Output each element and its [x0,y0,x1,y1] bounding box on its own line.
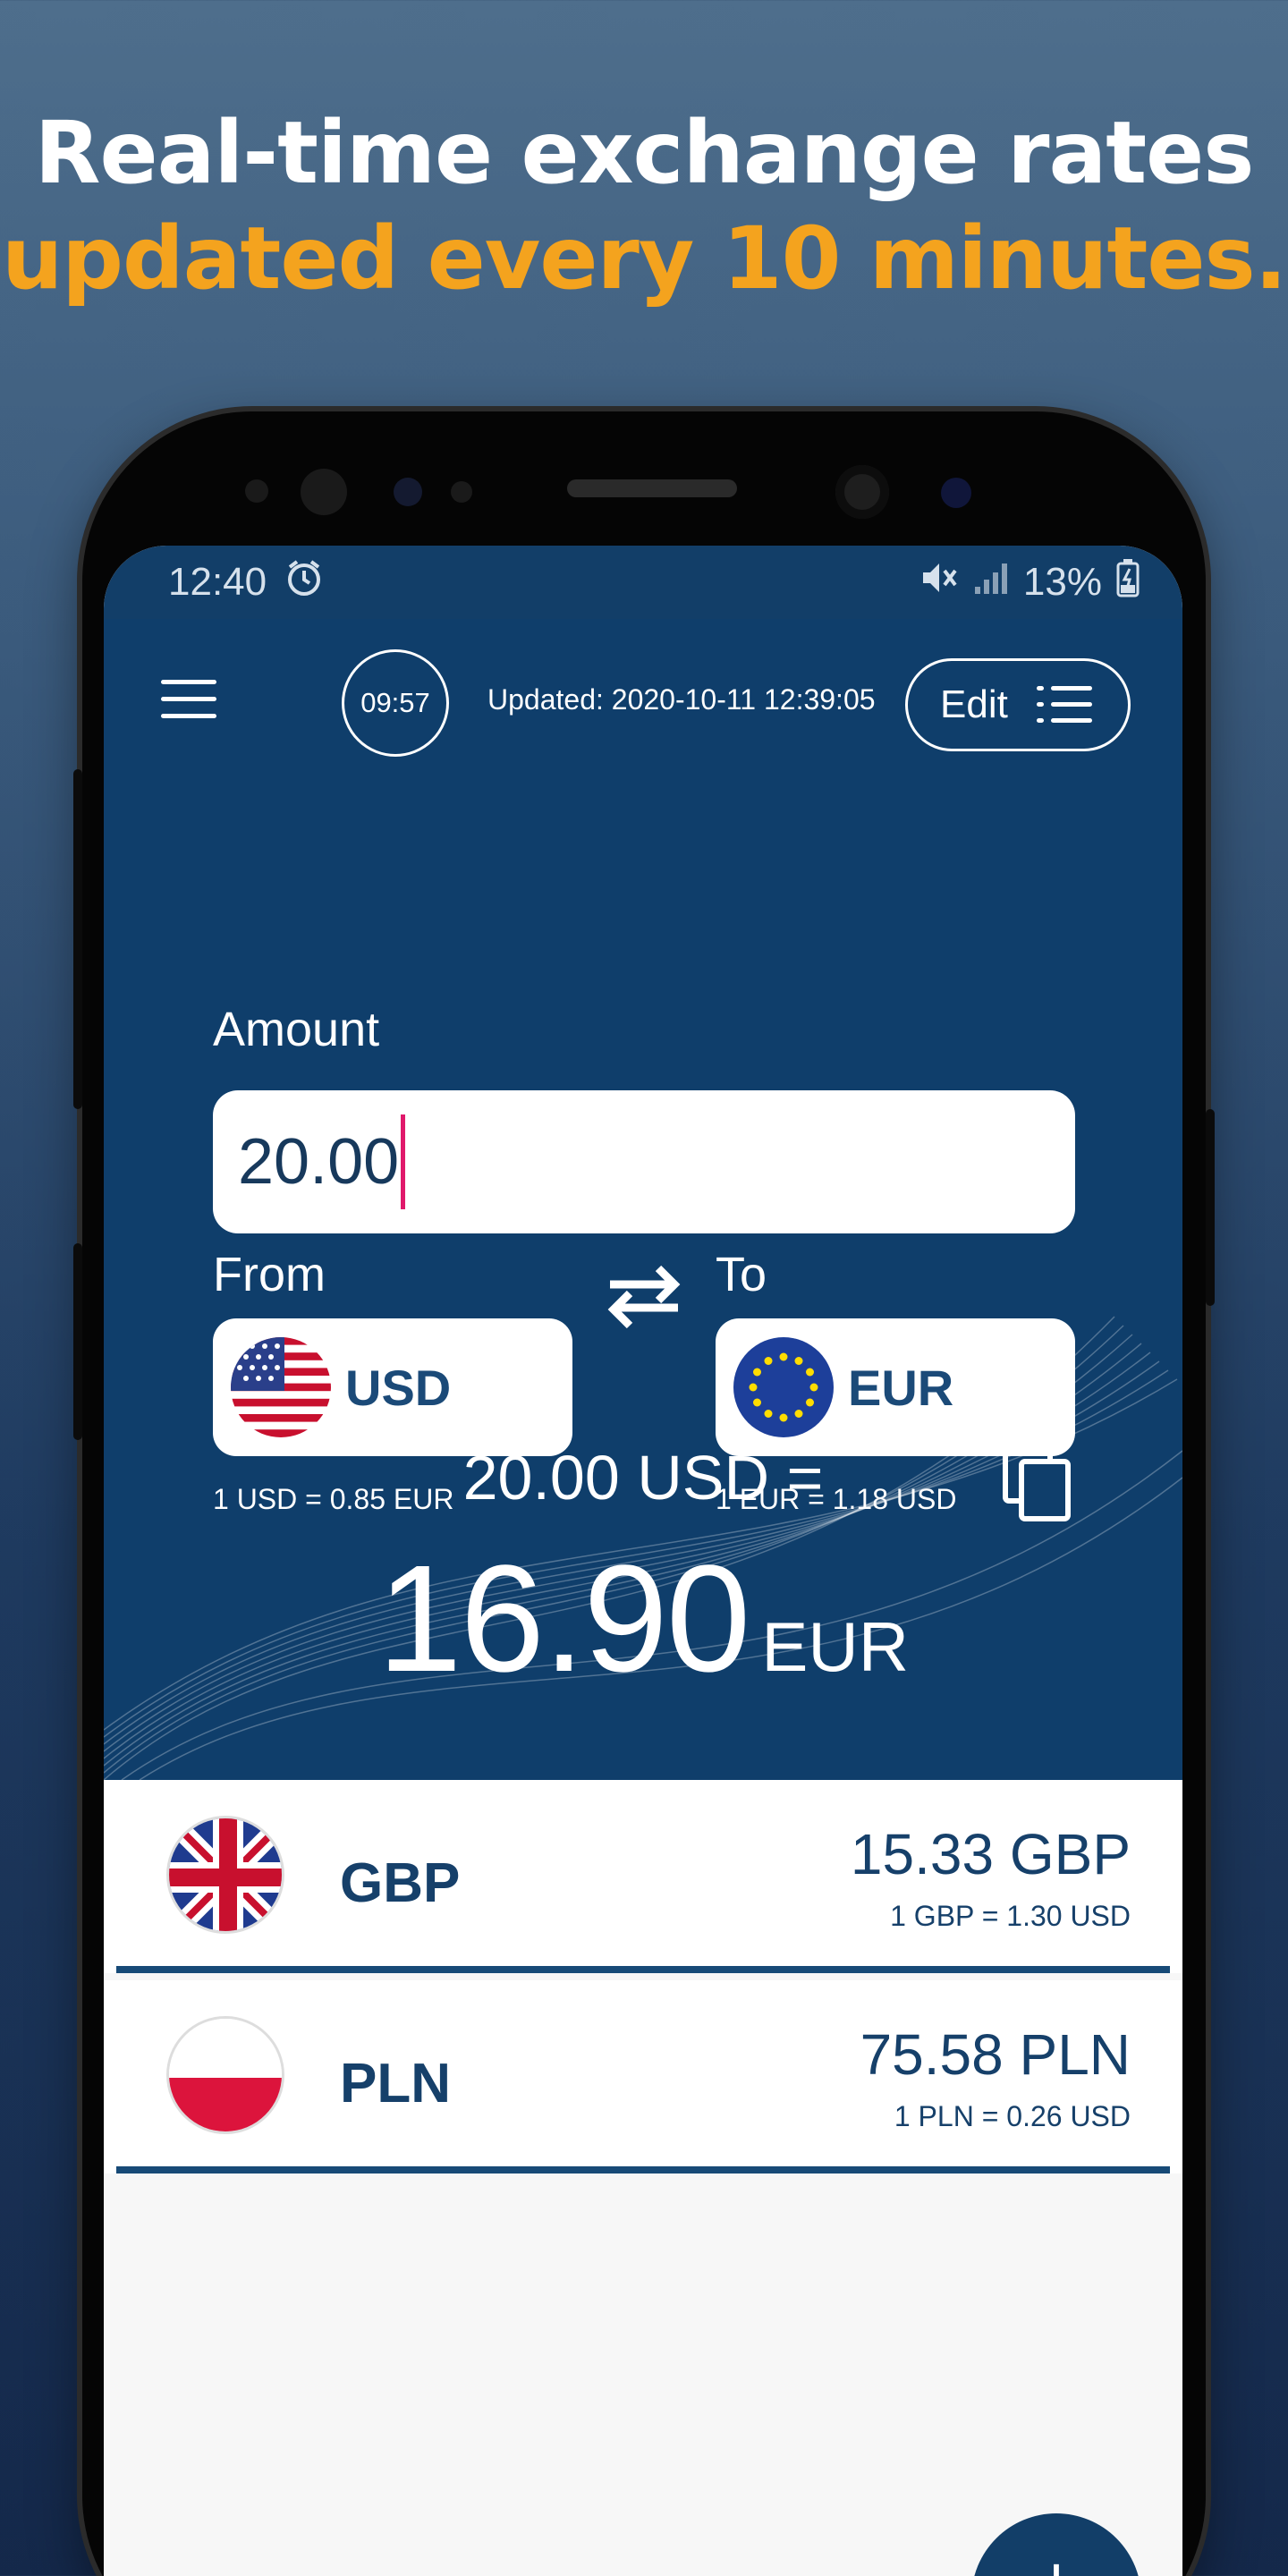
amount-label: Amount [213,1003,380,1056]
last-updated-text: Updated: 2020-10-11 12:39:05 [487,683,876,716]
bixby-button [73,1243,82,1440]
battery-percent: 13% [1022,560,1102,604]
result-value: 16.90 [377,1534,750,1704]
eu-flag-icon [733,1337,834,1437]
currency-rate: 1 PLN = 0.26 USD [894,2100,1131,2132]
usa-flag-icon [231,1337,331,1437]
list-item[interactable]: GBP 15.33 GBP 1 GBP = 1.30 USD [104,1780,1182,1973]
edit-label: Edit [940,682,1008,726]
to-label: To [716,1248,767,1301]
edit-button[interactable]: Edit [905,658,1131,751]
sensor-icon [245,479,268,503]
list-icon [1036,684,1092,725]
currency-value: 75.58 PLN [860,2022,1131,2087]
mute-icon [919,560,959,606]
poland-flag-icon [166,2016,284,2134]
hamburger-menu-icon[interactable] [161,680,216,719]
headline-line-2: updated every 10 minutes. [1,208,1287,309]
iris-camera-icon [941,478,971,508]
currency-code: PLN [340,2053,451,2114]
swap-icon[interactable] [601,1258,687,1333]
front-camera-icon [835,465,889,519]
from-currency-selector[interactable]: USD [213,1318,572,1456]
status-bar: 12:40 13% [104,546,1182,619]
status-time: 12:40 [168,560,267,604]
battery-charging-icon [1116,558,1140,607]
converted-result: 16.90 EUR [104,1531,1182,1707]
to-currency-selector[interactable]: EUR [716,1318,1075,1456]
from-currency-code: USD [345,1359,452,1416]
iris-sensor-icon [301,469,347,515]
amount-input[interactable]: 20.00 [213,1090,1075,1233]
phone-screen: 12:40 13% 09:57 Updated: 2020-10-11 12:3… [104,546,1182,2576]
promo-headline: Real-time exchange rates updated every 1… [0,100,1288,311]
status-right: 13% [919,558,1140,607]
result-currency: EUR [761,1607,910,1686]
currency-code: GBP [340,1852,461,1914]
currency-value: 15.33 GBP [850,1822,1131,1886]
row-divider [116,1966,1170,1973]
signal-icon [973,560,1009,606]
headline-line-1: Real-time exchange rates [34,103,1255,203]
amount-value: 20.00 [238,1126,400,1198]
from-label: From [213,1248,326,1301]
to-currency-code: EUR [848,1359,954,1416]
refresh-timer[interactable]: 09:57 [342,649,449,757]
power-button [1206,1109,1215,1306]
row-divider [116,2166,1170,2174]
alarm-icon [284,558,324,607]
uk-flag-icon [166,1816,284,1934]
list-item[interactable]: PLN 75.58 PLN 1 PLN = 0.26 USD [104,1980,1182,2174]
volume-button [73,769,82,1109]
text-caret [401,1114,406,1209]
earpiece-speaker [567,479,737,497]
currency-rate: 1 GBP = 1.30 USD [890,1900,1131,1932]
copy-icon[interactable] [1002,1442,1073,1522]
proximity-sensor-icon [394,478,422,506]
converter-panel: 09:57 Updated: 2020-10-11 12:39:05 Edit … [104,619,1182,1780]
add-currency-button[interactable]: + [971,2513,1141,2576]
toolbar: 09:57 Updated: 2020-10-11 12:39:05 Edit [104,619,1182,789]
light-sensor-icon [451,481,472,503]
